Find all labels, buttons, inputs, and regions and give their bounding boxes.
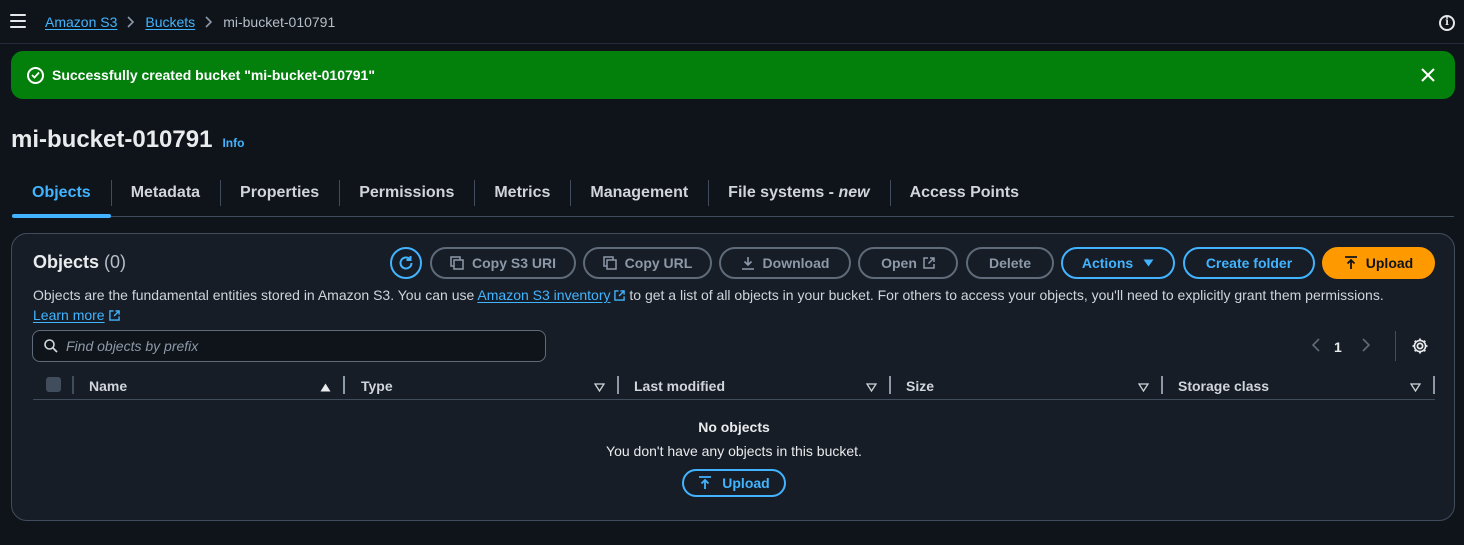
tab-management[interactable]: Management xyxy=(570,174,708,216)
tab-access-points[interactable]: Access Points xyxy=(889,174,1039,216)
learn-more-link[interactable]: Learn more xyxy=(33,307,105,323)
external-link-icon xyxy=(923,257,935,269)
copy-s3-uri-button[interactable]: Copy S3 URI xyxy=(430,247,576,279)
breadcrumb-amazon-s3[interactable]: Amazon S3 xyxy=(45,14,117,30)
tab-bar: Objects Metadata Properties Permissions … xyxy=(12,174,1454,218)
sort-icon xyxy=(865,379,878,395)
column-resizer[interactable] xyxy=(1433,376,1435,394)
external-link-icon xyxy=(108,306,120,321)
chevron-right-icon xyxy=(127,16,135,28)
column-header-name[interactable]: Name xyxy=(89,372,331,400)
create-folder-button[interactable]: Create folder xyxy=(1183,247,1315,279)
copy-url-button[interactable]: Copy URL xyxy=(583,247,712,279)
breadcrumb-buckets[interactable]: Buckets xyxy=(145,14,195,30)
info-link[interactable]: Info xyxy=(222,136,244,150)
copy-icon xyxy=(450,256,464,270)
column-header-storage-class[interactable]: Storage class xyxy=(1178,372,1422,400)
flash-message: Successfully created bucket "mi-bucket-0… xyxy=(52,67,375,83)
caret-down-icon xyxy=(1143,259,1154,267)
column-resizer[interactable] xyxy=(617,376,619,394)
tab-objects[interactable]: Objects xyxy=(12,174,111,218)
page-title: mi-bucket-010791 Info xyxy=(11,126,244,154)
next-page-icon[interactable] xyxy=(1362,338,1370,355)
copy-icon xyxy=(602,256,617,270)
upload-icon xyxy=(1344,256,1358,270)
download-button[interactable]: Download xyxy=(719,247,851,279)
column-header-type[interactable]: Type xyxy=(361,372,606,400)
objects-description: Objects are the fundamental entities sto… xyxy=(33,286,1384,323)
gear-icon[interactable] xyxy=(1411,337,1429,360)
object-count: (0) xyxy=(104,252,127,272)
previous-page-icon[interactable] xyxy=(1311,338,1320,355)
sort-ascending-icon xyxy=(320,379,331,395)
check-circle-icon xyxy=(27,66,44,84)
tab-permissions[interactable]: Permissions xyxy=(339,174,474,216)
actions-dropdown-button[interactable]: Actions xyxy=(1061,247,1175,279)
objects-panel: Objects (0) Copy S3 URI Copy URL Downloa… xyxy=(11,233,1455,521)
column-resizer[interactable] xyxy=(343,376,345,394)
column-resizer[interactable] xyxy=(889,376,891,394)
chevron-right-icon xyxy=(205,16,213,28)
open-button[interactable]: Open xyxy=(858,247,958,279)
close-icon[interactable] xyxy=(1419,66,1437,84)
breadcrumb-current: mi-bucket-010791 xyxy=(223,14,336,30)
panel-title: Objects (0) xyxy=(33,252,127,272)
upload-button[interactable]: Upload xyxy=(1322,247,1435,279)
empty-state-upload-button[interactable]: Upload xyxy=(682,469,786,497)
download-icon xyxy=(741,256,755,270)
search-placeholder: Find objects by prefix xyxy=(66,338,199,354)
delete-button[interactable]: Delete xyxy=(966,247,1054,279)
tab-file-systems[interactable]: File systems - new xyxy=(708,174,889,216)
current-page[interactable]: 1 xyxy=(1334,339,1342,355)
tab-metadata[interactable]: Metadata xyxy=(110,174,220,216)
top-navigation-bar: Amazon S3 Buckets mi-bucket-010791 i xyxy=(0,0,1464,44)
breadcrumb: Amazon S3 Buckets mi-bucket-010791 xyxy=(45,14,335,30)
search-input[interactable]: Find objects by prefix xyxy=(32,330,546,362)
sort-icon xyxy=(593,379,606,395)
table-header: Name Type Last modified Size Storage cla… xyxy=(33,372,1435,400)
empty-state-title: No objects xyxy=(698,419,770,435)
refresh-button[interactable] xyxy=(390,247,422,279)
success-flash-banner: Successfully created bucket "mi-bucket-0… xyxy=(11,51,1455,99)
search-icon xyxy=(44,339,58,353)
column-header-last-modified[interactable]: Last modified xyxy=(634,372,878,400)
info-icon[interactable]: i xyxy=(1439,15,1455,31)
external-link-icon xyxy=(614,286,626,301)
upload-icon xyxy=(698,476,712,490)
select-all-checkbox[interactable] xyxy=(46,377,61,392)
sort-icon xyxy=(1409,379,1422,395)
refresh-icon xyxy=(399,256,413,270)
column-divider xyxy=(72,376,74,394)
divider xyxy=(1395,331,1396,361)
tab-properties[interactable]: Properties xyxy=(220,174,339,216)
sort-icon xyxy=(1137,379,1150,395)
column-header-size[interactable]: Size xyxy=(906,372,1150,400)
s3-inventory-link[interactable]: Amazon S3 inventory xyxy=(477,287,610,303)
empty-state-subtitle: You don't have any objects in this bucke… xyxy=(606,443,862,459)
menu-icon[interactable] xyxy=(10,14,26,28)
bucket-name: mi-bucket-010791 xyxy=(11,126,213,153)
tab-metrics[interactable]: Metrics xyxy=(474,174,570,216)
pagination: 1 xyxy=(1311,338,1370,355)
column-resizer[interactable] xyxy=(1161,376,1163,394)
